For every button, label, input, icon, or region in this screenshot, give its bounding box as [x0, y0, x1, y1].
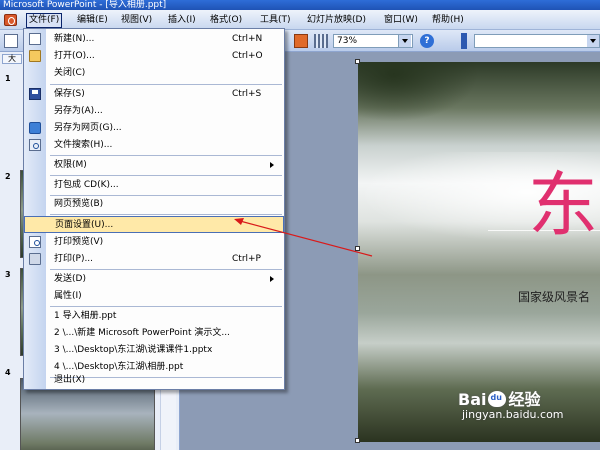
new-document-icon [29, 33, 41, 45]
menu-separator [50, 269, 282, 270]
menu-item-label: 关闭(C) [54, 68, 86, 78]
menu-item-print[interactable]: 打印(P)... Ctrl+P [24, 251, 284, 268]
menu-item-recent-2[interactable]: 2 \...\新建 Microsoft PowerPoint 演示文... [24, 325, 284, 342]
menu-item-recent-3[interactable]: 3 \...\Desktop\东江湖\说课课件1.pptx [24, 342, 284, 359]
submenu-arrow-icon [270, 276, 274, 282]
menu-item-label: 权限(M) [54, 160, 87, 170]
menu-item-recent-1[interactable]: 1 导入相册.ppt [24, 308, 284, 325]
menu-item-new[interactable]: 新建(N)... Ctrl+N [24, 31, 284, 48]
menu-item-label: 打印预览(V) [54, 237, 104, 247]
new-document-icon[interactable] [4, 34, 18, 48]
menu-separator [50, 306, 282, 307]
slide-number: 1 [5, 74, 11, 83]
menu-separator [50, 155, 282, 156]
save-icon [29, 88, 41, 100]
menu-help[interactable]: 帮助(H) [430, 13, 466, 28]
slide-number: 4 [5, 368, 11, 377]
menu-item-label: 3 \...\Desktop\东江湖\说课课件1.pptx [54, 345, 213, 355]
menu-item-open[interactable]: 打开(O)... Ctrl+O [24, 48, 284, 65]
menu-file[interactable]: 文件(F) [26, 13, 63, 28]
file-search-icon [29, 139, 41, 151]
submenu-arrow-icon [270, 162, 274, 168]
selection-handle[interactable] [355, 438, 360, 443]
baidu-logo-text: Bai [458, 390, 487, 409]
menu-item-shortcut: Ctrl+P [232, 254, 261, 264]
menu-item-label: 1 导入相册.ppt [54, 311, 117, 321]
menu-edit[interactable]: 编辑(E) [75, 13, 110, 28]
menu-item-label: 2 \...\新建 Microsoft PowerPoint 演示文... [54, 328, 230, 338]
menu-item-label: 另存为(A)... [54, 106, 103, 116]
menu-item-properties[interactable]: 属性(I) [24, 288, 284, 305]
baidu-url: jingyan.baidu.com [462, 408, 564, 421]
window-title-bar: Microsoft PowerPoint - [导入相册.ppt] [0, 0, 600, 10]
slide-number: 3 [5, 270, 11, 279]
slide-subtitle[interactable]: 国家级风景名 [518, 288, 590, 305]
print-preview-icon [29, 236, 41, 248]
baidu-jingyan-text: 经验 [508, 390, 541, 409]
font-select[interactable] [474, 34, 600, 48]
menu-item-close[interactable]: 关闭(C) [24, 65, 284, 82]
baidu-watermark: Bai 经验 jingyan.baidu.com [458, 386, 564, 421]
menu-item-web-preview[interactable]: 网页预览(B) [24, 196, 284, 213]
insert-chart-icon[interactable] [294, 34, 308, 48]
zoom-dropdown-icon[interactable] [398, 35, 411, 47]
slide-background-trees [358, 62, 478, 122]
current-slide[interactable]: 东 国家级风景名 [358, 62, 600, 442]
menu-item-file-search[interactable]: 文件搜索(H)... [24, 137, 284, 154]
file-menu-dropdown: 新建(N)... Ctrl+N 打开(O)... Ctrl+O 关闭(C) 保存… [23, 28, 285, 390]
menu-item-label: 打包成 CD(K)... [54, 180, 119, 190]
menu-format[interactable]: 格式(O) [208, 13, 244, 28]
slide-title[interactable]: 东 [528, 170, 598, 240]
menu-separator [50, 84, 282, 85]
menu-separator [50, 214, 282, 215]
selection-handle[interactable] [355, 59, 360, 64]
open-folder-icon [29, 50, 41, 62]
menu-item-label: 打印(P)... [54, 254, 94, 264]
menu-item-shortcut: Ctrl+S [232, 89, 262, 99]
menu-item-label: 发送(D) [54, 274, 86, 284]
font-dropdown-icon[interactable] [587, 35, 599, 47]
menu-bar: 文件(F) 编辑(E) 视图(V) 插入(I) 格式(O) 工具(T) 幻灯片放… [0, 10, 600, 30]
menu-item-label: 文件搜索(H)... [54, 140, 113, 150]
menu-item-shortcut: Ctrl+O [232, 51, 263, 61]
web-page-icon [29, 122, 41, 134]
slide-number: 2 [5, 172, 11, 181]
menu-item-page-setup[interactable]: 页面设置(U)... [24, 216, 284, 233]
menu-item-label: 保存(S) [54, 89, 85, 99]
menu-item-label: 退出(X) [54, 375, 86, 385]
menu-window[interactable]: 窗口(W) [382, 13, 420, 28]
menu-item-package-cd[interactable]: 打包成 CD(K)... [24, 177, 284, 194]
menu-separator [50, 175, 282, 176]
menu-insert[interactable]: 插入(I) [166, 13, 198, 28]
menu-item-save-as-web[interactable]: 另存为网页(G)... [24, 120, 284, 137]
help-icon[interactable]: ? [420, 34, 434, 48]
menu-item-label: 另存为网页(G)... [54, 123, 122, 133]
menu-item-label: 属性(I) [54, 291, 82, 301]
menu-item-send[interactable]: 发送(D) [24, 271, 284, 288]
powerpoint-app-icon[interactable] [4, 14, 17, 26]
baidu-paw-icon [488, 391, 507, 407]
insert-table-icon[interactable] [314, 34, 328, 48]
menu-item-shortcut: Ctrl+N [232, 34, 263, 44]
menu-item-exit[interactable]: 退出(X) [24, 372, 284, 389]
selection-handle[interactable] [355, 246, 360, 251]
menu-item-print-preview[interactable]: 打印预览(V) [24, 234, 284, 251]
slides-tab[interactable]: 大 [2, 54, 22, 64]
menu-slideshow[interactable]: 幻灯片放映(D) [305, 13, 368, 28]
menu-item-save[interactable]: 保存(S) Ctrl+S [24, 86, 284, 103]
menu-item-label: 打开(O)... [54, 51, 95, 61]
menu-tools[interactable]: 工具(T) [258, 13, 293, 28]
menu-item-label: 新建(N)... [54, 34, 95, 44]
menu-item-label: 网页预览(B) [54, 199, 104, 209]
menu-item-label: 页面设置(U)... [55, 220, 114, 230]
menu-item-permission[interactable]: 权限(M) [24, 157, 284, 174]
window-title: Microsoft PowerPoint - [导入相册.ppt] [3, 0, 167, 10]
zoom-value: 73% [337, 36, 358, 46]
menu-view[interactable]: 视图(V) [119, 13, 154, 28]
print-icon [29, 253, 41, 265]
menu-item-save-as[interactable]: 另存为(A)... [24, 103, 284, 120]
toolbar-options-handle[interactable] [461, 33, 467, 49]
